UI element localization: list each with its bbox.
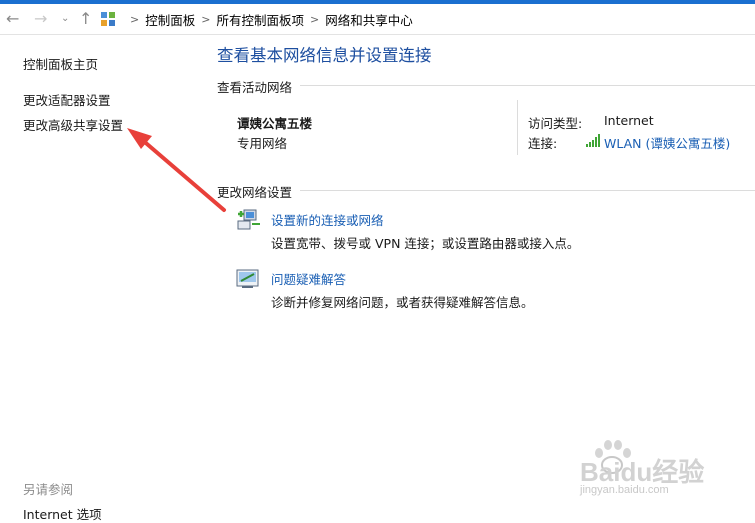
watermark-url: jingyan.baidu.com — [580, 484, 669, 496]
baidu-watermark: Baidu经验 jingyan.baidu.com — [580, 438, 750, 498]
